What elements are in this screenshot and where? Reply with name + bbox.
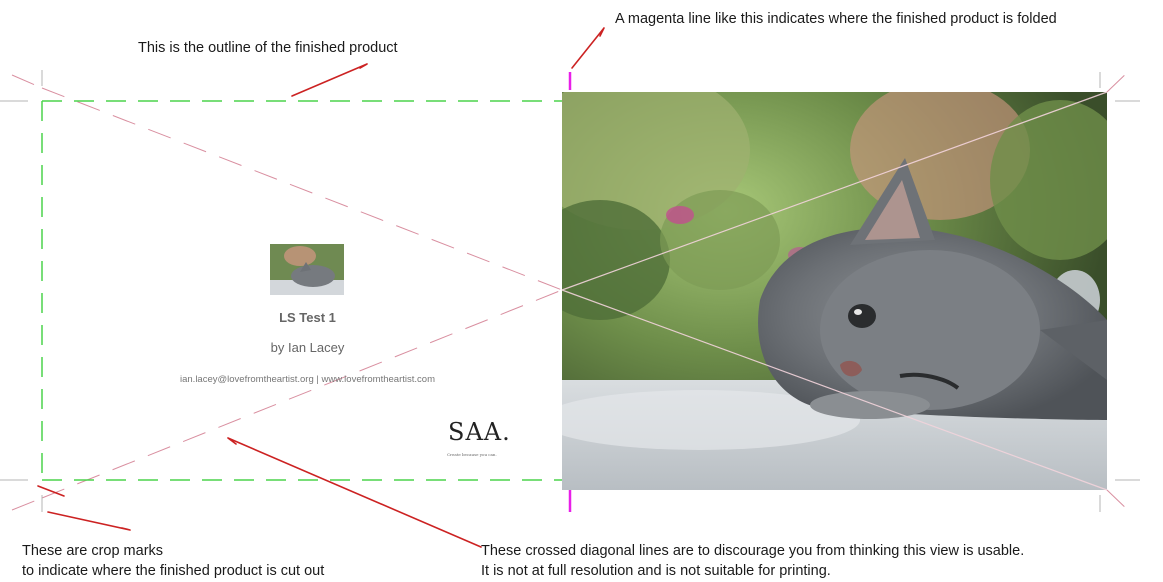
publisher-logo: SAA. (448, 418, 511, 446)
crop-marks-annotation-line2: to indicate where the finished product i… (22, 563, 325, 579)
fold-annotation: A magenta line like this indicates where… (615, 11, 1057, 27)
book-title: LS Test 1 (279, 310, 336, 325)
publisher-tagline: Create because you can. (447, 452, 497, 457)
author-contact: ian.lacey@lovefromtheartist.org | www.lo… (180, 374, 435, 385)
outline-annotation: This is the outline of the finished prod… (138, 40, 398, 56)
kitten-thumbnail (270, 244, 344, 295)
book-author: by Ian Lacey (270, 340, 345, 355)
front-cover-photo (562, 92, 1107, 490)
diagonal-lines-annotation-line2: It is not at full resolution and is not … (481, 563, 831, 579)
print-proof-diagram (0, 27, 1140, 548)
diagonal-lines-annotation-line1: These crossed diagonal lines are to disc… (481, 543, 1025, 559)
crop-marks-annotation-line1: These are crop marks (22, 543, 164, 559)
